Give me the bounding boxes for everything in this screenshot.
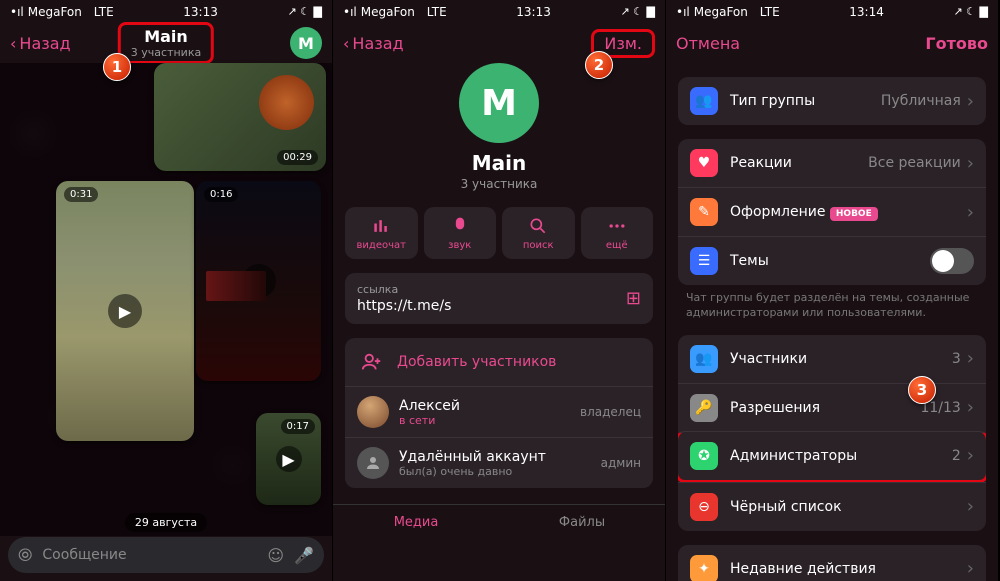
video-message-1[interactable]: 00:29: [154, 63, 326, 171]
key-icon: 🔑: [690, 394, 718, 422]
reactions-row[interactable]: ♥ Реакции Все реакции›: [678, 139, 986, 187]
video-message-2[interactable]: 0:31 ▶: [56, 181, 194, 441]
play-icon: ▶: [276, 446, 302, 472]
recent-actions-row[interactable]: ✦ Недавние действия ›: [678, 545, 986, 581]
group-name: Main: [333, 151, 665, 175]
screen-profile: •ıl MegaFon LTE 13:13 ↗ ☾ ▇ ‹ Назад Изм.…: [333, 0, 666, 581]
sound-button[interactable]: звук: [424, 207, 497, 259]
group-avatar[interactable]: M: [459, 63, 539, 143]
avatar: [357, 396, 389, 428]
screen-chat: •ıl MegaFon LTE 13:13 ↗ ☾ ▇ ‹ Назад Main…: [0, 0, 333, 581]
members-row[interactable]: 👥 Участники 3›: [678, 335, 986, 383]
chat-subtitle: 3 участника: [131, 46, 201, 59]
screen-edit: •ıl MegaFon LTE 13:14 ↗ ☾ ▇ Отмена Готов…: [666, 0, 999, 581]
add-members-row[interactable]: Добавить участников: [345, 338, 653, 387]
nav-bar: Отмена Готово: [666, 23, 998, 63]
add-user-icon: [357, 347, 387, 377]
group-type-row[interactable]: 👥 Тип группы Публичная›: [678, 77, 986, 125]
member-row[interactable]: Алексей в сети владелец: [345, 387, 653, 437]
message-input[interactable]: Сообщение: [42, 547, 257, 563]
members-icon: 👥: [690, 345, 718, 373]
brush-icon: ✎: [690, 198, 718, 226]
status-bar: •ıl MegaFon LTE 13:14 ↗ ☾ ▇: [666, 0, 998, 23]
message-input-bar: ⦾ Сообщение ☺ 🎤: [8, 537, 324, 573]
attach-icon[interactable]: ⦾: [18, 545, 32, 566]
mic-icon[interactable]: 🎤: [294, 546, 314, 565]
avatar: [357, 447, 389, 479]
invite-link-card[interactable]: ссылка https://t.me/s ⊞: [345, 273, 653, 324]
permissions-row[interactable]: 🔑 Разрешения 11/13› 3: [678, 383, 986, 432]
status-time: 13:13: [183, 5, 218, 19]
members-list: Добавить участников Алексей в сети владе…: [345, 338, 653, 488]
nav-bar: ‹ Назад Изм. 2: [333, 23, 665, 63]
shield-icon: ✪: [690, 442, 718, 470]
member-row[interactable]: Удалённый аккаунт был(а) очень давно адм…: [345, 437, 653, 488]
chat-body: 00:29 0:31 ▶ 0:16 ▶ 0:17 ▶ 29 августа: [0, 63, 332, 536]
tab-media[interactable]: Медиа: [333, 505, 499, 540]
users-icon: 👥: [690, 87, 718, 115]
qr-icon[interactable]: ⊞: [626, 288, 641, 309]
status-bar: •ıl MegaFon LTE 13:13 ↗ ☾ ▇: [0, 0, 332, 23]
video-message-4[interactable]: 0:17 ▶: [256, 413, 321, 505]
nav-bar: ‹ Назад Main 3 участника M 1: [0, 23, 332, 63]
ban-icon: ⊖: [690, 493, 718, 521]
chat-title-block[interactable]: Main 3 участника: [118, 22, 214, 64]
step-badge-1: 1: [103, 53, 131, 81]
done-button[interactable]: Готово: [925, 34, 988, 53]
chat-avatar[interactable]: M: [290, 27, 322, 59]
cancel-button[interactable]: Отмена: [676, 34, 740, 53]
actions-icon: ✦: [690, 555, 718, 581]
sticker-icon[interactable]: ☺: [267, 546, 284, 565]
back-button[interactable]: ‹ Назад: [343, 34, 404, 53]
topics-hint: Чат группы будет разделён на темы, созда…: [666, 285, 998, 321]
admins-row[interactable]: ✪ Администраторы 2›: [678, 431, 986, 483]
heart-icon: ♥: [690, 149, 718, 177]
topics-row[interactable]: ☰ Темы: [678, 236, 986, 285]
back-button[interactable]: ‹ Назад: [10, 34, 71, 53]
date-chip: 29 августа: [125, 513, 207, 532]
play-icon: ▶: [108, 294, 142, 328]
list-icon: ☰: [690, 247, 718, 275]
blacklist-row[interactable]: ⊖ Чёрный список ›: [678, 482, 986, 531]
chat-title: Main: [131, 27, 201, 46]
topics-toggle[interactable]: [930, 248, 974, 274]
step-badge-2: 2: [585, 51, 613, 79]
more-button[interactable]: ещё: [581, 207, 654, 259]
search-button[interactable]: поиск: [502, 207, 575, 259]
status-bar: •ıl MegaFon LTE 13:13 ↗ ☾ ▇: [333, 0, 665, 23]
step-badge-3: 3: [908, 376, 936, 404]
videochat-button[interactable]: видеочат: [345, 207, 418, 259]
video-message-3[interactable]: 0:16 ▶: [196, 181, 321, 381]
tab-files[interactable]: Файлы: [499, 505, 665, 540]
profile-tabs: Медиа Файлы: [333, 504, 665, 540]
group-subtitle: 3 участника: [333, 177, 665, 191]
appearance-row[interactable]: ✎ Оформление НОВОЕ ›: [678, 187, 986, 236]
